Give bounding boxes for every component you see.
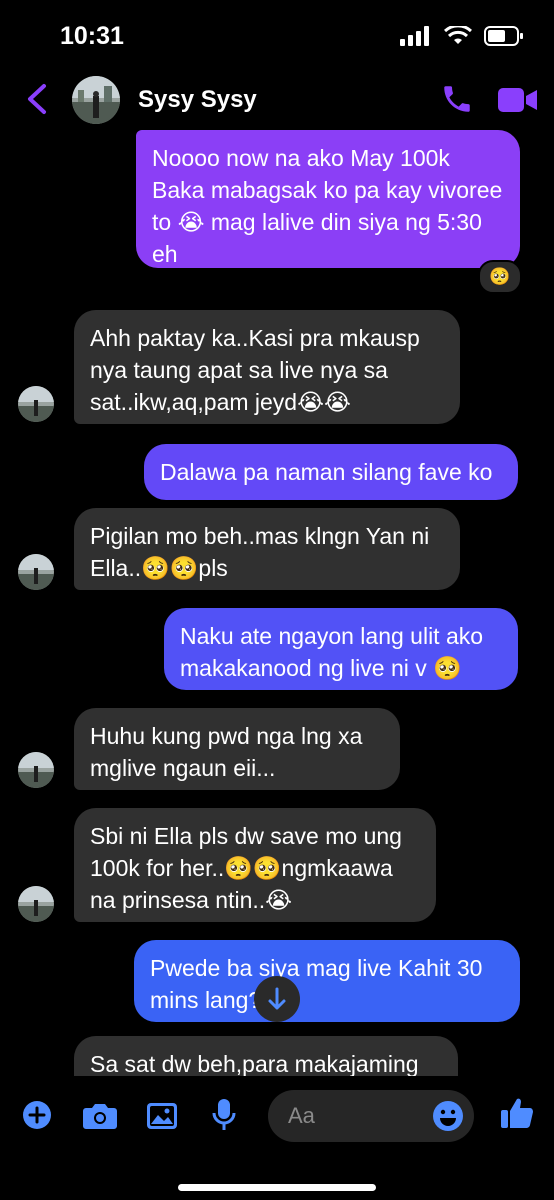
message-text: Ahh paktay ka..Kasi pra mkausp nya taung… [90,325,420,415]
message-incoming[interactable]: Ahh paktay ka..Kasi pra mkausp nya taung… [74,310,460,424]
emoji-icon[interactable] [432,1100,464,1132]
image-icon[interactable] [146,1102,178,1130]
message-incoming[interactable]: Sbi ni Ella pls dw save mo ung 100k for … [74,808,436,922]
phone-icon[interactable] [440,82,474,116]
message-outgoing[interactable]: Noooo now na ako May 100k Baka mabagsak … [136,130,520,268]
message-text: Sbi ni Ella pls dw save mo ung 100k for … [90,823,402,913]
message-text: Pigilan mo beh..mas klngn Yan ni Ella..🥺… [90,523,430,581]
status-icons [400,26,524,46]
signal-icon [400,26,429,46]
home-indicator [178,1184,376,1191]
status-time: 10:31 [60,22,124,50]
composer-bar: Aa [0,1076,554,1200]
message-outgoing[interactable]: Naku ate ngayon lang ulit ako makakanood… [164,608,518,690]
contact-avatar[interactable] [72,76,120,124]
contact-name[interactable]: Sysy Sysy [138,86,257,114]
sender-avatar[interactable] [18,386,54,422]
back-icon[interactable] [22,82,52,116]
sender-avatar[interactable] [18,752,54,788]
message-text: Pwede ba siya mag live Kahit 30 mins lan… [150,955,483,1013]
message-text: Dalawa pa naman silang fave ko [160,459,493,485]
scroll-to-bottom-button[interactable] [254,976,300,1022]
sender-avatar[interactable] [18,886,54,922]
message-incoming[interactable]: Pigilan mo beh..mas klngn Yan ni Ella..🥺… [74,508,460,590]
camera-icon[interactable] [82,1102,118,1130]
message-text: Huhu kung pwd nga lng xa mglive ngaun ei… [90,723,363,781]
message-input-placeholder: Aa [288,1103,315,1128]
like-icon[interactable] [500,1096,534,1130]
message-outgoing[interactable]: Dalawa pa naman silang fave ko [144,444,518,500]
reaction-emoji: 🥺 [489,267,511,286]
sender-avatar[interactable] [18,554,54,590]
battery-icon [484,26,523,46]
arrow-down-icon [268,987,286,1010]
message-reaction[interactable]: 🥺 [478,260,522,294]
chat-header: Sysy Sysy [0,70,554,130]
status-bar: 10:31 [0,0,554,70]
mic-icon[interactable] [212,1098,236,1132]
message-incoming[interactable]: Huhu kung pwd nga lng xa mglive ngaun ei… [74,708,400,790]
message-outgoing[interactable]: Pwede ba siya mag live Kahit 30 mins lan… [134,940,520,1022]
message-text: Sa sat dw beh,para makajaming [90,1051,419,1076]
wifi-icon [444,26,472,44]
video-icon[interactable] [498,85,538,115]
message-input[interactable]: Aa [268,1090,474,1142]
message-incoming[interactable]: Sa sat dw beh,para makajaming [74,1036,458,1076]
plus-icon[interactable] [22,1100,52,1130]
message-text: Noooo now na ako May 100k Baka mabagsak … [152,145,503,267]
message-list[interactable]: Noooo now na ako May 100k Baka mabagsak … [0,130,554,1076]
message-text: Naku ate ngayon lang ulit ako makakanood… [180,623,484,681]
